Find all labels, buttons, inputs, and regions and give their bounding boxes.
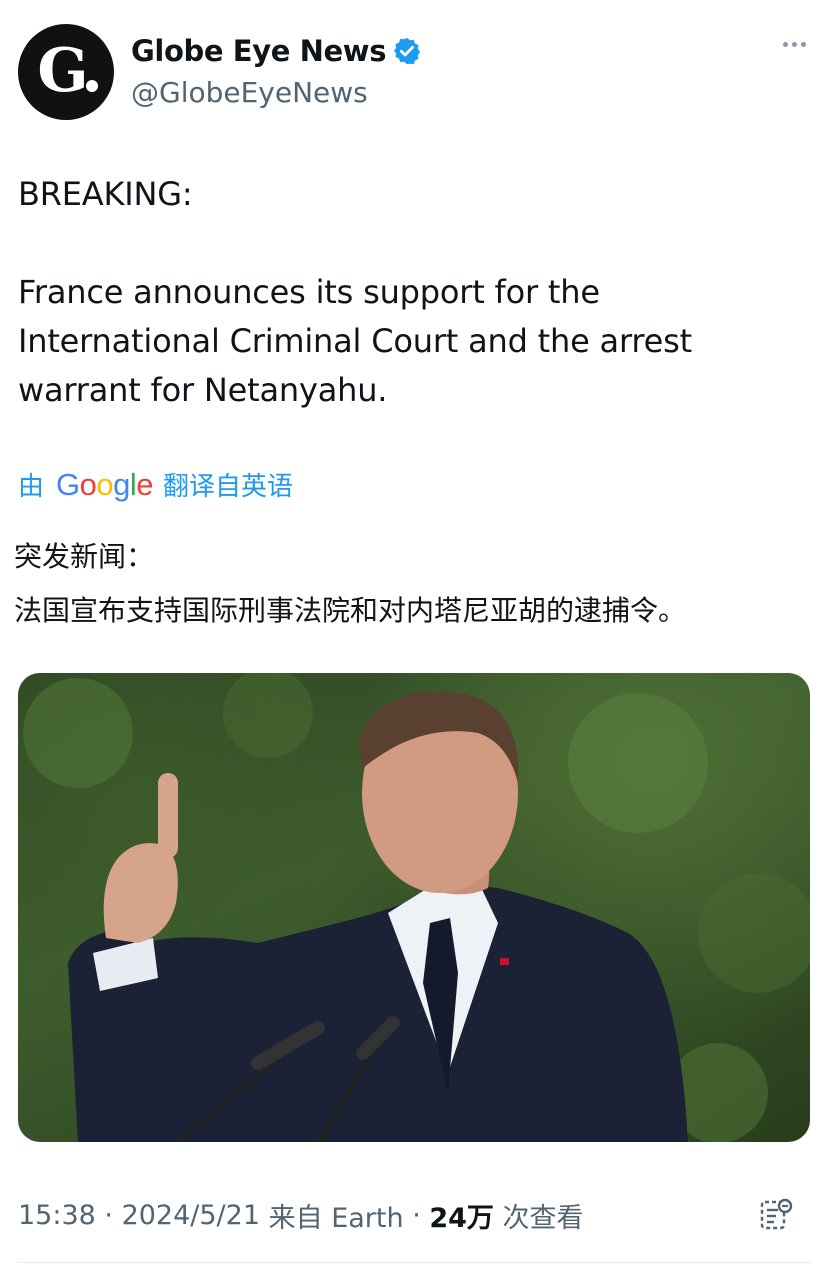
translate-attribution[interactable]: 由 Google 翻译自英语	[18, 466, 293, 503]
translate-suffix: 翻译自英语	[163, 472, 294, 502]
name-row: Globe Eye News	[131, 34, 422, 68]
divider	[18, 1262, 810, 1263]
tweet-source: 来自 Earth	[268, 1203, 404, 1234]
avatar-letter: G	[37, 36, 89, 106]
translate-prefix: 由	[18, 472, 45, 502]
tweet-source-separator	[260, 1200, 269, 1231]
more-options-icon[interactable]	[783, 42, 806, 47]
separator-dot-2: ·	[403, 1200, 430, 1231]
tweet-photo[interactable]	[18, 673, 810, 1142]
tweet-text: BREAKING: France announces its support f…	[18, 175, 692, 409]
avatar[interactable]: G	[18, 24, 114, 120]
tweet-time[interactable]: 15:38	[18, 1200, 96, 1231]
tweet-date[interactable]: 2024/5/21	[122, 1200, 260, 1231]
tweet-meta: 15:38 · 2024/5/21 来自 Earth · 24万 次查看	[18, 1196, 584, 1235]
display-name[interactable]: Globe Eye News	[131, 34, 386, 68]
avatar-logo-dot	[86, 80, 98, 92]
account-handle[interactable]: @GlobeEyeNews	[131, 76, 368, 109]
tweet-header: G Globe Eye News @GlobeEyeNews	[18, 24, 810, 120]
analytics-icon[interactable]	[758, 1196, 794, 1232]
views-label: 次查看	[502, 1203, 584, 1234]
verified-badge-icon	[393, 37, 421, 65]
views-label-spacer	[494, 1200, 503, 1231]
translated-text: 突发新闻： 法国宣布支持国际刑事法院和对内塔尼亚胡的逮捕令。	[14, 540, 687, 627]
separator-dot: ·	[95, 1200, 122, 1231]
photo-illustration	[23, 673, 810, 1142]
views-count: 24万	[429, 1203, 494, 1234]
google-logo: Google	[56, 466, 154, 502]
